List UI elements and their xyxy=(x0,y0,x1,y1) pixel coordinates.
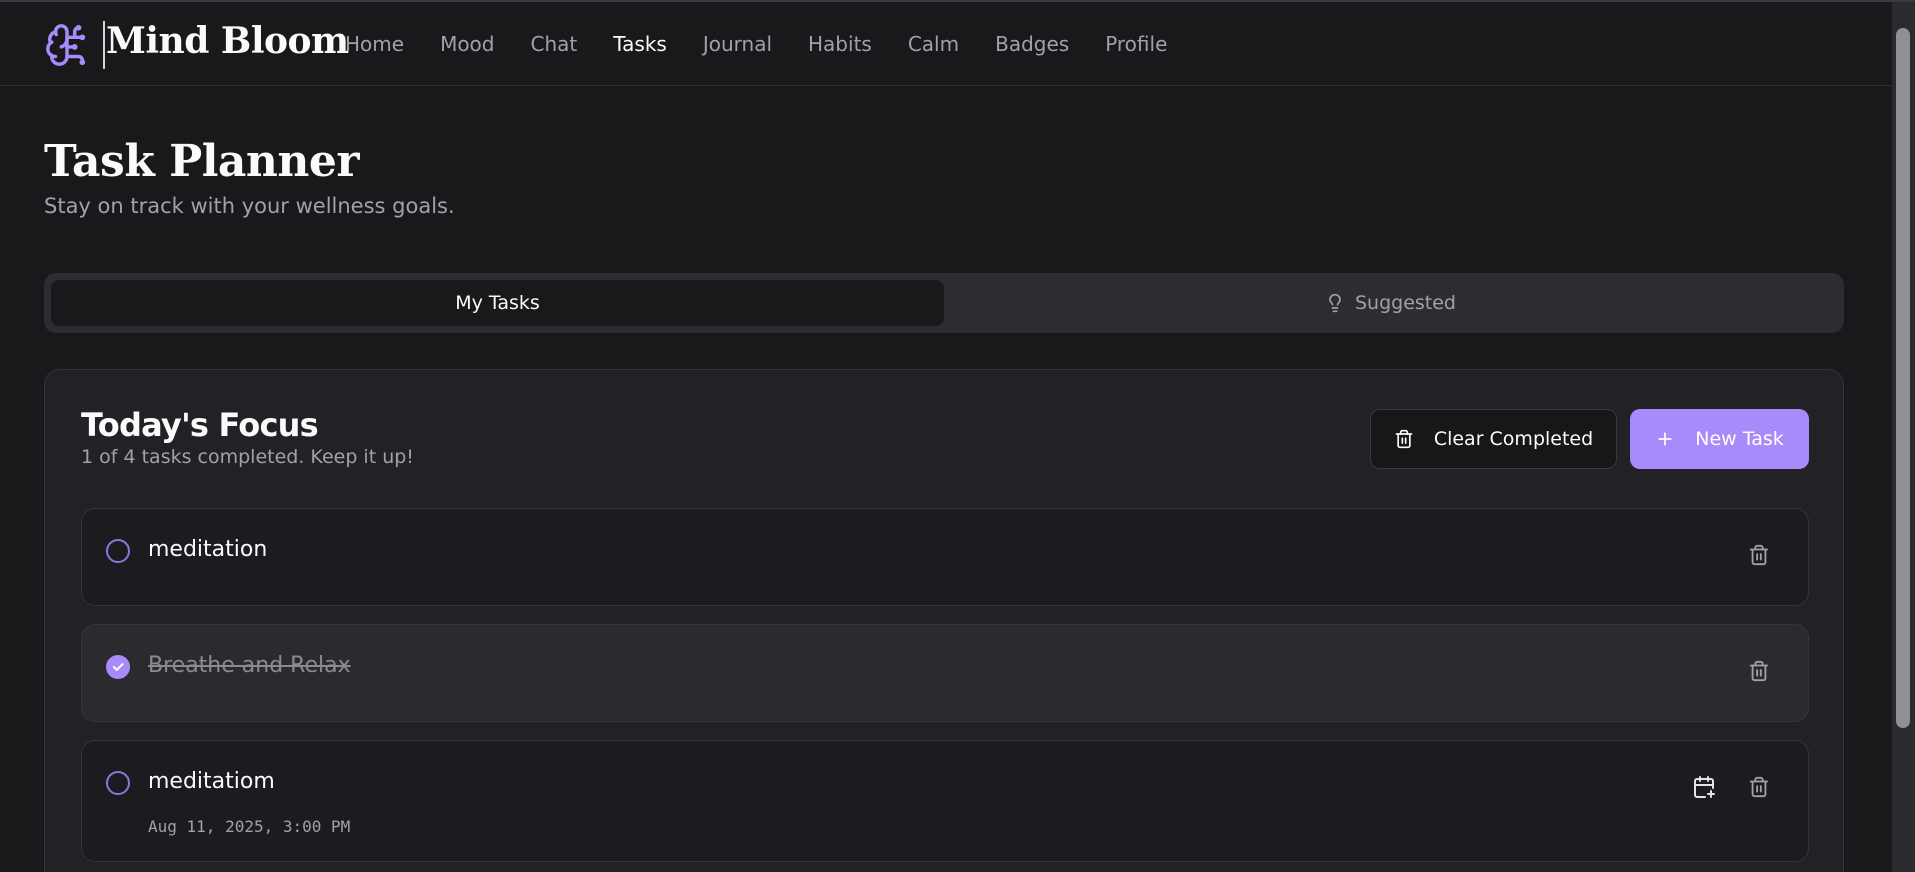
task-name: meditation xyxy=(148,537,268,562)
text-cursor xyxy=(103,21,105,69)
todays-focus-card: Today's Focus 1 of 4 tasks completed. Ke… xyxy=(44,369,1844,872)
task-name: meditatiom xyxy=(148,769,275,794)
app-brand-name[interactable]: Mind Bloom xyxy=(106,20,349,62)
task-tabs: My Tasks Suggested xyxy=(44,273,1844,333)
tab-my-tasks-label: My Tasks xyxy=(455,292,540,314)
tab-suggested-label: Suggested xyxy=(1354,292,1456,314)
nav-badges[interactable]: Badges xyxy=(995,32,1069,56)
task-checkbox[interactable] xyxy=(106,539,130,563)
nav-calm[interactable]: Calm xyxy=(908,32,959,56)
plus-icon xyxy=(1658,432,1672,446)
nav-journal[interactable]: Journal xyxy=(703,32,772,56)
trash-icon xyxy=(1395,429,1413,449)
clear-completed-label: Clear Completed xyxy=(1433,428,1594,450)
task-checkbox-checked[interactable] xyxy=(106,655,130,679)
nav-habits[interactable]: Habits xyxy=(808,32,872,56)
nav-home[interactable]: Home xyxy=(345,32,404,56)
task-item: Breathe and Relax xyxy=(81,624,1809,722)
page-subtitle: Stay on track with your wellness goals. xyxy=(44,194,455,218)
tab-my-tasks[interactable]: My Tasks xyxy=(51,280,944,326)
task-checkbox[interactable] xyxy=(106,771,130,795)
main-nav: Home Mood Chat Tasks Journal Habits Calm… xyxy=(345,32,1203,56)
page-title: Task Planner xyxy=(44,136,360,187)
nav-chat[interactable]: Chat xyxy=(531,32,578,56)
brain-icon[interactable] xyxy=(44,22,90,68)
page-scrollbar[interactable] xyxy=(1892,2,1915,872)
clear-completed-button[interactable]: Clear Completed xyxy=(1370,409,1617,469)
task-item: meditatiom Aug 11, 2025, 3:00 PM xyxy=(81,740,1809,862)
nav-tasks[interactable]: Tasks xyxy=(613,32,667,56)
tab-suggested[interactable]: Suggested xyxy=(944,280,1837,326)
new-task-button[interactable]: New Task xyxy=(1630,409,1809,469)
top-navbar: Mind Bloom Home Mood Chat Tasks Journal … xyxy=(0,2,1892,86)
nav-mood[interactable]: Mood xyxy=(440,32,494,56)
task-due-date: Aug 11, 2025, 3:00 PM xyxy=(148,817,351,836)
lightbulb-icon xyxy=(1329,293,1341,313)
progress-summary: 1 of 4 tasks completed. Keep it up! xyxy=(81,446,414,468)
calendar-add-icon[interactable] xyxy=(1692,775,1716,799)
delete-task-icon[interactable] xyxy=(1748,543,1770,567)
delete-task-icon[interactable] xyxy=(1748,659,1770,683)
delete-task-icon[interactable] xyxy=(1748,775,1770,799)
task-name: Breathe and Relax xyxy=(148,653,351,678)
check-icon xyxy=(112,663,124,671)
card-title: Today's Focus xyxy=(81,406,319,444)
scrollbar-thumb[interactable] xyxy=(1896,28,1910,728)
task-item: meditation xyxy=(81,508,1809,606)
new-task-label: New Task xyxy=(1695,428,1784,450)
nav-profile[interactable]: Profile xyxy=(1105,32,1167,56)
